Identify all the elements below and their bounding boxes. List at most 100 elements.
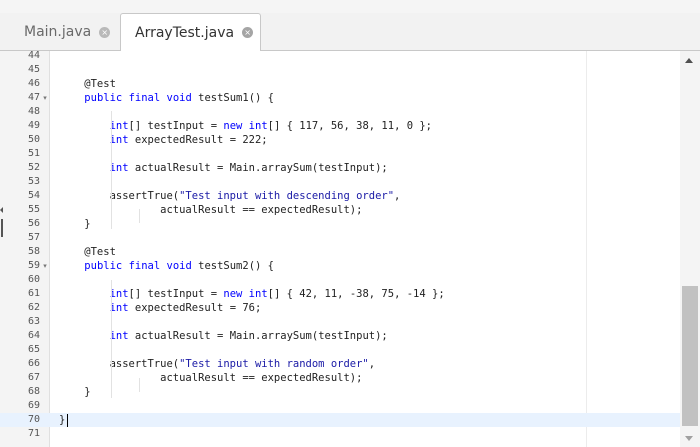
tab-arraytest-java[interactable]: ArrayTest.java × xyxy=(120,13,261,52)
code-line[interactable]: 47 ▾ public final void testSum1() { xyxy=(0,91,680,105)
close-icon[interactable]: × xyxy=(242,27,254,38)
code-line[interactable]: 53 xyxy=(0,175,680,189)
code-text: } xyxy=(59,218,91,230)
code-line[interactable]: 57 xyxy=(0,231,680,245)
code-line[interactable]: 70} xyxy=(0,413,680,427)
code-line[interactable]: 69 xyxy=(0,399,680,413)
tab-label: ArrayTest.java xyxy=(135,24,235,41)
code-text: int expectedResult = 222; xyxy=(109,134,268,146)
code-line[interactable]: 48 xyxy=(0,105,680,119)
line-number: 50 xyxy=(0,133,40,147)
line-number-text: 48 xyxy=(27,106,40,117)
code-line[interactable]: 59 ▾ public final void testSum2() { xyxy=(0,259,680,273)
close-icon[interactable]: × xyxy=(99,26,111,38)
scrollbar-thumb[interactable] xyxy=(682,286,698,426)
line-number: 54 xyxy=(0,189,40,203)
line-number: 58 xyxy=(0,245,40,259)
fold-arrow-icon[interactable]: ▾ xyxy=(41,259,49,273)
line-number: 55 xyxy=(0,203,40,217)
line-number: 45 xyxy=(0,63,40,77)
line-number: 51 xyxy=(0,147,40,161)
code-text: int actualResult = Main.arraySum(testInp… xyxy=(109,330,388,342)
line-number: 59 xyxy=(0,259,40,273)
line-number-text: 60 xyxy=(27,274,40,285)
code-line[interactable]: 60 xyxy=(0,273,680,287)
code-line[interactable]: 55 actualResult == expectedResult); xyxy=(0,203,680,217)
code-line[interactable]: 51 xyxy=(0,147,680,161)
line-number-text: 68 xyxy=(27,386,40,397)
line-number: 44 xyxy=(0,51,40,63)
line-number: 46 xyxy=(0,77,40,91)
line-number-text: 55 xyxy=(27,204,40,215)
code-editor[interactable]: 44 45 46 @Test 47 ▾ public final void testSu… xyxy=(0,51,680,447)
fold-arrow-icon[interactable]: ▾ xyxy=(41,91,49,105)
code-line[interactable]: 71 xyxy=(0,427,680,441)
code-line[interactable]: 61 int[] testInput = new int[] { 42, 11,… xyxy=(0,287,680,301)
resize-grip xyxy=(1,219,3,237)
line-number-text: 71 xyxy=(27,428,40,439)
code-line[interactable]: 63 xyxy=(0,315,680,329)
code-line[interactable]: 65 xyxy=(0,343,680,357)
indent-guide xyxy=(111,111,112,229)
code-line[interactable]: 58 @Test xyxy=(0,245,680,259)
tab-label: Main.java xyxy=(24,24,92,40)
line-number: 60 xyxy=(0,273,40,287)
line-number-text: 44 xyxy=(27,51,40,61)
line-number-text: 62 xyxy=(27,302,40,313)
code-line[interactable]: 54 assertTrue("Test input with descendin… xyxy=(0,189,680,203)
line-number-text: 67 xyxy=(27,372,40,383)
code-text: actualResult == expectedResult); xyxy=(59,204,363,216)
line-number-text: 53 xyxy=(27,176,40,187)
code-text: @Test xyxy=(59,78,116,90)
indent-guide xyxy=(139,378,140,392)
code-line[interactable]: 50 int expectedResult = 222; xyxy=(0,133,680,147)
line-number: 66 xyxy=(0,357,40,371)
line-number: 61 xyxy=(0,287,40,301)
code-text: int[] testInput = new int[] { 42, 11, -3… xyxy=(109,288,445,300)
window-top-strip xyxy=(0,0,700,13)
code-text: } xyxy=(59,413,69,427)
line-number: 63 xyxy=(0,315,40,329)
line-number-text: 70 xyxy=(27,414,40,425)
code-line[interactable]: 45 xyxy=(0,63,680,77)
line-number: 47 xyxy=(0,91,40,105)
code-line[interactable]: 52 int actualResult = Main.arraySum(test… xyxy=(0,161,680,175)
line-number-text: 63 xyxy=(27,316,40,327)
tab-main-java[interactable]: Main.java × xyxy=(0,13,120,51)
vertical-scrollbar[interactable] xyxy=(680,51,700,447)
line-number-text: 47 xyxy=(27,92,40,103)
code-line[interactable]: 49 int[] testInput = new int[] { 117, 56… xyxy=(0,119,680,133)
line-number-text: 52 xyxy=(27,162,40,173)
code-line[interactable]: 64 int actualResult = Main.arraySum(test… xyxy=(0,329,680,343)
code-line[interactable]: 62 int expectedResult = 76; xyxy=(0,301,680,315)
code-text: int expectedResult = 76; xyxy=(109,302,262,314)
code-line[interactable]: 66 assertTrue("Test input with random or… xyxy=(0,357,680,371)
editor-tab-bar: Main.java × ArrayTest.java × xyxy=(0,13,700,52)
line-number-text: 65 xyxy=(27,344,40,355)
line-number: 48 xyxy=(0,105,40,119)
scroll-down-icon[interactable] xyxy=(685,436,693,441)
code-text: } xyxy=(59,386,91,398)
line-number: 57 xyxy=(0,231,40,245)
panel-resize-handle[interactable] xyxy=(0,207,4,237)
code-line[interactable]: 44 xyxy=(0,51,680,63)
code-line[interactable]: 67 actualResult == expectedResult); xyxy=(0,371,680,385)
line-number-text: 57 xyxy=(27,232,40,243)
code-line[interactable]: 68 } xyxy=(0,385,680,399)
line-number-text: 58 xyxy=(27,246,40,257)
line-number: 68 xyxy=(0,385,40,399)
line-number: 56 xyxy=(0,217,40,231)
code-line[interactable]: 56 } xyxy=(0,217,680,231)
line-number-text: 59 xyxy=(27,260,40,271)
line-number: 49 xyxy=(0,119,40,133)
scroll-up-icon[interactable] xyxy=(685,58,693,63)
line-number: 64 xyxy=(0,329,40,343)
line-number: 69 xyxy=(0,399,40,413)
indent-guide xyxy=(111,280,112,398)
line-number-text: 56 xyxy=(27,218,40,229)
line-number-text: 51 xyxy=(27,148,40,159)
code-line[interactable]: 46 @Test xyxy=(0,77,680,91)
line-number-text: 64 xyxy=(27,330,40,341)
line-number-text: 50 xyxy=(27,134,40,145)
line-number: 53 xyxy=(0,175,40,189)
